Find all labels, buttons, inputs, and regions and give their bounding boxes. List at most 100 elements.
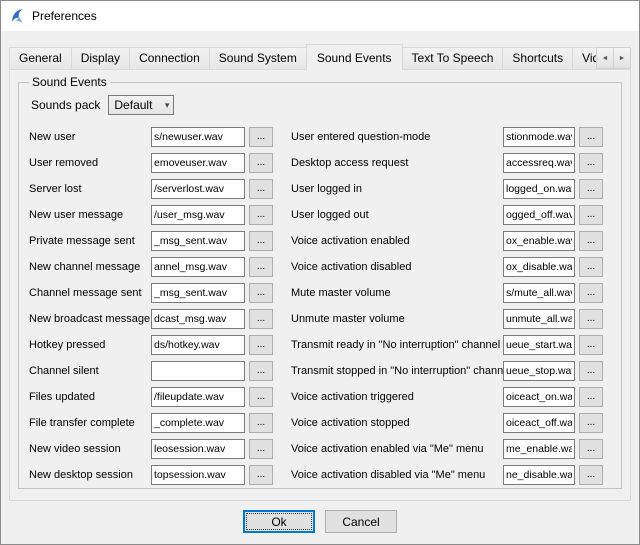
sound-file-input[interactable] (151, 179, 245, 199)
app-icon (9, 8, 25, 24)
sound-file-input[interactable] (503, 361, 575, 381)
browse-button[interactable]: ... (249, 231, 273, 251)
sound-event-label: User logged in (291, 183, 503, 195)
sound-file-input[interactable] (503, 153, 575, 173)
browse-button[interactable]: ... (249, 127, 273, 147)
sound-event-row: User logged in ... (291, 179, 603, 199)
sound-event-label: Voice activation stopped (291, 417, 503, 429)
sound-event-label: Hotkey pressed (29, 339, 151, 351)
sound-event-row: New channel message ... (29, 257, 273, 277)
chevron-down-icon: ▾ (165, 100, 170, 111)
sound-file-input[interactable] (503, 439, 575, 459)
browse-button[interactable]: ... (249, 179, 273, 199)
sound-file-input[interactable] (151, 231, 245, 251)
browse-button[interactable]: ... (579, 335, 603, 355)
tab-display[interactable]: Display (71, 47, 130, 69)
sound-file-input[interactable] (503, 465, 575, 485)
ok-button[interactable]: Ok (243, 510, 315, 533)
tab-text-to-speech[interactable]: Text To Speech (402, 47, 504, 69)
tab-scrollers: ◄ ► (596, 47, 631, 69)
sound-event-label: Private message sent (29, 235, 151, 247)
tab-scroll-left-button[interactable]: ◄ (596, 47, 614, 69)
browse-button[interactable]: ... (579, 205, 603, 225)
sound-file-input[interactable] (151, 387, 245, 407)
sound-event-label: Mute master volume (291, 287, 503, 299)
right-arrow-icon: ► (619, 55, 626, 62)
sound-file-input[interactable] (503, 413, 575, 433)
tab-scroll-right-button[interactable]: ► (613, 47, 631, 69)
browse-button[interactable]: ... (249, 283, 273, 303)
browse-button[interactable]: ... (579, 413, 603, 433)
sound-file-input[interactable] (151, 309, 245, 329)
sound-file-input[interactable] (503, 179, 575, 199)
sound-file-input[interactable] (503, 387, 575, 407)
browse-button[interactable]: ... (579, 257, 603, 277)
sound-file-input[interactable] (151, 413, 245, 433)
sounds-pack-value: Default (114, 98, 152, 112)
sound-event-label: New user message (29, 209, 151, 221)
sound-file-input[interactable] (151, 153, 245, 173)
browse-button[interactable]: ... (579, 361, 603, 381)
browse-button[interactable]: ... (249, 387, 273, 407)
browse-button[interactable]: ... (579, 231, 603, 251)
tab-page-sound-events: Sound Events Sounds pack Default ▾ New u… (9, 69, 631, 501)
sounds-pack-label: Sounds pack (31, 98, 100, 112)
sound-event-label: New video session (29, 443, 151, 455)
sound-event-row: New video session ... (29, 439, 273, 459)
tab-general[interactable]: General (9, 47, 72, 69)
sound-file-input[interactable] (503, 283, 575, 303)
sound-file-input[interactable] (151, 465, 245, 485)
sound-event-label: User removed (29, 157, 151, 169)
browse-button[interactable]: ... (579, 309, 603, 329)
browse-button[interactable]: ... (249, 439, 273, 459)
tab-sound-system[interactable]: Sound System (209, 47, 307, 69)
browse-button[interactable]: ... (249, 309, 273, 329)
sound-file-input[interactable] (151, 439, 245, 459)
browse-button[interactable]: ... (579, 283, 603, 303)
sound-event-row: Desktop access request ... (291, 153, 603, 173)
sound-event-row: User removed ... (29, 153, 273, 173)
tab-connection[interactable]: Connection (129, 47, 210, 69)
browse-button[interactable]: ... (579, 387, 603, 407)
browse-button[interactable]: ... (249, 361, 273, 381)
browse-button[interactable]: ... (249, 153, 273, 173)
sound-event-label: New desktop session (29, 469, 151, 481)
sound-file-input[interactable] (503, 257, 575, 277)
sound-file-input[interactable] (503, 231, 575, 251)
sound-event-row: Voice activation enabled ... (291, 231, 603, 251)
sound-event-label: Voice activation enabled via "Me" menu (291, 443, 503, 455)
sound-file-input[interactable] (151, 205, 245, 225)
tab-shortcuts[interactable]: Shortcuts (502, 47, 573, 69)
sound-file-input[interactable] (151, 257, 245, 277)
sound-event-row: Files updated ... (29, 387, 273, 407)
sound-event-label: Channel silent (29, 365, 151, 377)
sound-event-label: File transfer complete (29, 417, 151, 429)
sound-file-input[interactable] (151, 335, 245, 355)
browse-button[interactable]: ... (579, 153, 603, 173)
sounds-pack-select[interactable]: Default ▾ (108, 95, 174, 115)
browse-button[interactable]: ... (249, 465, 273, 485)
sound-file-input[interactable] (503, 309, 575, 329)
browse-button[interactable]: ... (249, 413, 273, 433)
sound-event-row: Mute master volume ... (291, 283, 603, 303)
browse-button[interactable]: ... (579, 179, 603, 199)
sound-event-label: Voice activation disabled (291, 261, 503, 273)
browse-button[interactable]: ... (579, 127, 603, 147)
sound-file-input[interactable] (503, 205, 575, 225)
browse-button[interactable]: ... (249, 257, 273, 277)
sound-file-input[interactable] (151, 283, 245, 303)
cancel-button[interactable]: Cancel (325, 510, 397, 533)
tab-sound-events[interactable]: Sound Events (306, 44, 403, 70)
sound-event-label: New broadcast message (29, 313, 151, 325)
sound-file-input[interactable] (503, 335, 575, 355)
sound-file-input[interactable] (151, 127, 245, 147)
browse-button[interactable]: ... (249, 335, 273, 355)
sound-event-row: Voice activation enabled via "Me" menu .… (291, 439, 603, 459)
browse-button[interactable]: ... (579, 439, 603, 459)
browse-button[interactable]: ... (249, 205, 273, 225)
sound-event-row: Voice activation triggered ... (291, 387, 603, 407)
sound-file-input[interactable] (151, 361, 245, 381)
sound-event-row: New desktop session ... (29, 465, 273, 485)
browse-button[interactable]: ... (579, 465, 603, 485)
sound-file-input[interactable] (503, 127, 575, 147)
